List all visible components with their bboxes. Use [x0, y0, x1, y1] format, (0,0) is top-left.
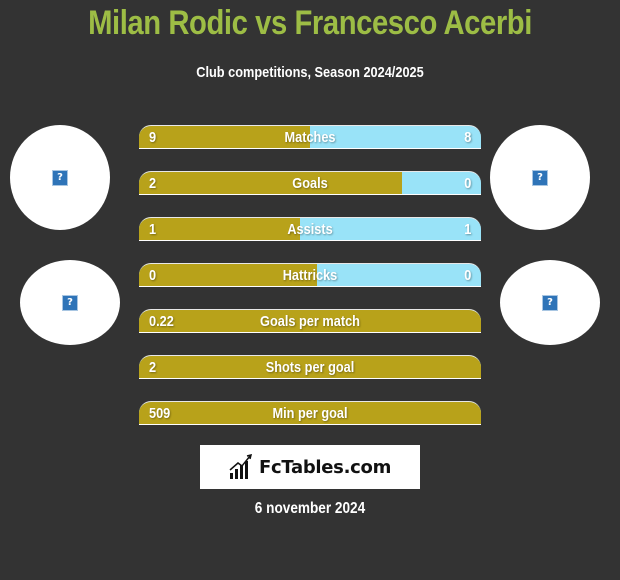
stat-row-matches: 9 Matches 8 [139, 125, 481, 149]
right-value: 1 [463, 221, 471, 238]
page-title: Milan Rodic vs Francesco Acerbi [88, 4, 532, 42]
left-value: 1 [149, 221, 157, 238]
logo-text: FcTables.com [258, 456, 392, 478]
competition-subtitle: Club competitions, Season 2024/2025 [196, 64, 424, 81]
bar-chart-icon [229, 454, 252, 479]
broken-image-icon: ? [62, 294, 78, 311]
stat-label: Shots per goal [265, 359, 355, 376]
broken-image-icon: ? [542, 294, 558, 311]
stat-label: Goals [292, 175, 328, 192]
left-club-logo: ? [20, 260, 120, 345]
left-player-avatar: ? [10, 125, 110, 230]
right-value: 8 [463, 129, 471, 146]
stat-row-assists: 1 Assists 1 [139, 217, 481, 241]
broken-image-icon: ? [52, 169, 68, 186]
right-player-avatar: ? [490, 125, 590, 230]
stat-row-hattricks: 0 Hattricks 0 [139, 263, 481, 287]
stat-label: Assists [287, 221, 333, 238]
stat-row-shots-per-goal: 2 Shots per goal [139, 355, 481, 379]
right-value: 0 [463, 175, 471, 192]
stat-label: Goals per match [260, 313, 360, 330]
right-value: 0 [463, 267, 471, 284]
left-value: 0 [149, 267, 157, 284]
stat-row-goals-per-match: 0.22 Goals per match [139, 309, 481, 333]
stat-label: Min per goal [272, 405, 348, 422]
stat-row-goals: 2 Goals 0 [139, 171, 481, 195]
footer-date: 6 november 2024 [254, 500, 366, 517]
fctables-logo[interactable]: FcTables.com [200, 445, 420, 489]
left-value: 2 [149, 359, 157, 376]
broken-image-icon: ? [532, 169, 548, 186]
left-value: 9 [149, 129, 157, 146]
left-value: 2 [149, 175, 157, 192]
stat-label: Hattricks [282, 267, 338, 284]
stat-row-min-per-goal: 509 Min per goal [139, 401, 481, 425]
right-club-logo: ? [500, 260, 600, 345]
stat-label: Matches [284, 129, 336, 146]
